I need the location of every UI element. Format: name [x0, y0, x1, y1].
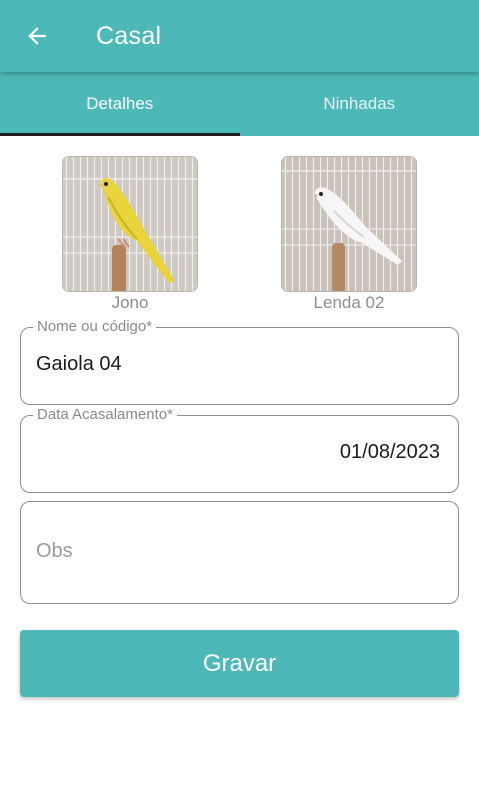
tab-label: Detalhes	[86, 94, 154, 113]
name-field-label: Nome ou código*	[33, 318, 157, 335]
tab-ninhadas[interactable]: Ninhadas	[240, 72, 479, 136]
mating-date-label: Data Acasalamento*	[33, 406, 177, 423]
name-field-value: Gaiola 04	[36, 353, 122, 375]
male-bird-photo[interactable]	[62, 156, 198, 292]
app-bar: Casal	[0, 0, 479, 72]
female-bird-photo[interactable]	[281, 156, 417, 292]
name-field[interactable]: Nome ou código* Gaiola 04	[20, 318, 459, 405]
tab-bar: Detalhes Ninhadas	[0, 72, 479, 136]
page-title: Casal	[96, 22, 162, 50]
save-button-label: Gravar	[202, 649, 277, 677]
mating-date-field[interactable]: Data Acasalamento* 01/08/2023	[20, 406, 459, 493]
obs-field[interactable]: Obs	[20, 501, 459, 604]
tab-indicator	[0, 133, 240, 136]
mating-date-value: 01/08/2023	[339, 441, 440, 463]
male-bird-name: Jono	[111, 293, 149, 312]
tab-detalhes[interactable]: Detalhes	[0, 72, 240, 136]
obs-placeholder: Obs	[36, 540, 73, 562]
yellow-canary-photo	[63, 157, 197, 291]
save-button[interactable]: Gravar	[20, 630, 459, 697]
tab-label: Ninhadas	[323, 94, 396, 113]
female-bird-name: Lenda 02	[313, 293, 385, 312]
arrow-left-icon	[28, 27, 46, 45]
back-button[interactable]	[16, 16, 58, 56]
white-canary-photo	[282, 157, 416, 291]
